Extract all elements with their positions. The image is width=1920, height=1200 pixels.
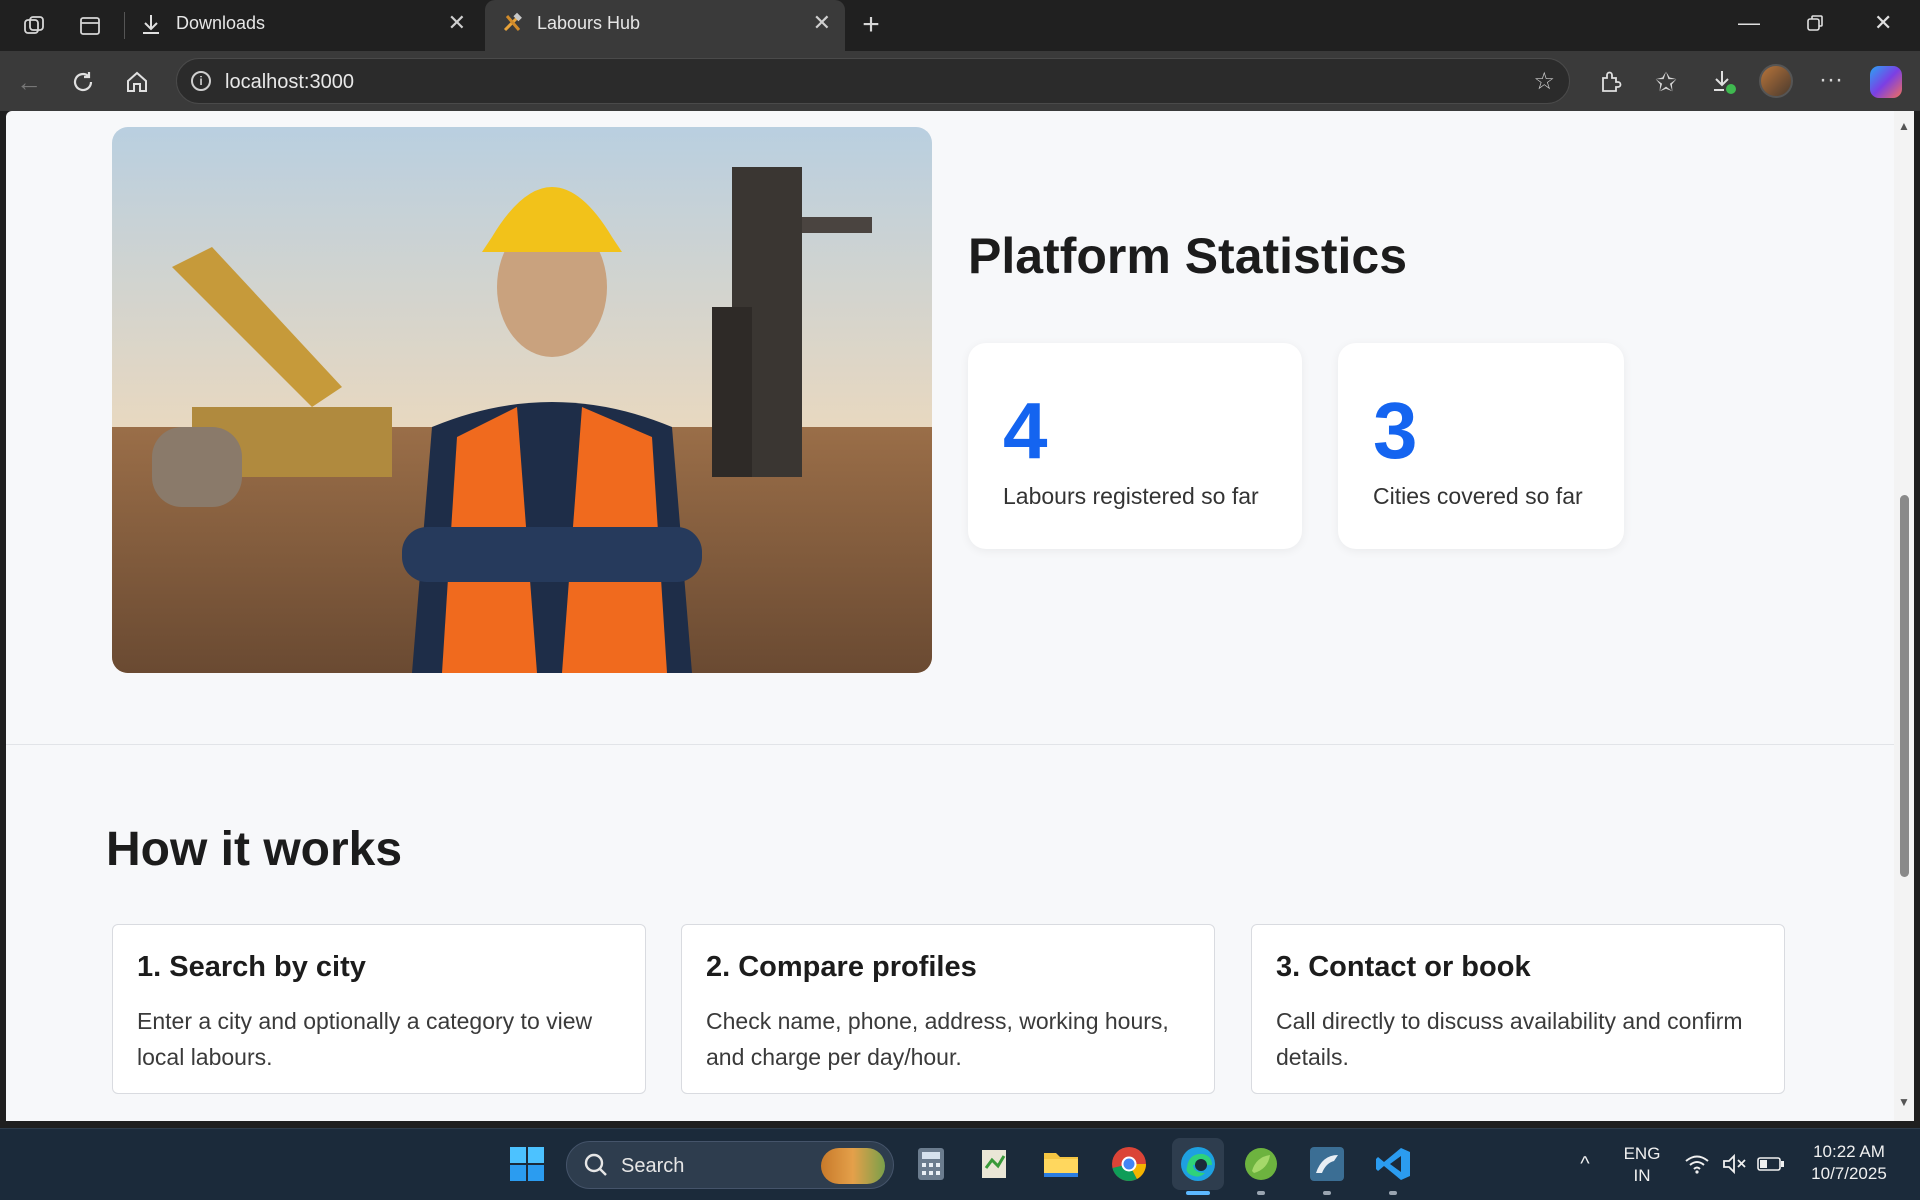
step-title: 2. Compare profiles	[706, 951, 977, 983]
site-info-icon[interactable]: i	[191, 71, 211, 91]
favorites-icon[interactable]: ✩	[1650, 66, 1682, 98]
stat-card-labours: 4 Labours registered so far	[968, 343, 1302, 549]
calculator-icon[interactable]	[910, 1143, 952, 1185]
app-running-indicator	[1257, 1191, 1265, 1195]
restore-icon[interactable]	[1806, 12, 1824, 38]
clock-date: 10/7/2025	[1811, 1164, 1887, 1183]
browser-toolbar: ← i localhost:3000 ☆ ✩ ···	[0, 51, 1920, 111]
favorite-star-icon[interactable]: ☆	[1533, 67, 1555, 96]
close-tab-icon[interactable]: ✕	[813, 10, 831, 36]
chrome-icon[interactable]	[1108, 1143, 1150, 1185]
tools-icon	[501, 12, 523, 39]
address-bar[interactable]: i localhost:3000 ☆	[176, 58, 1570, 104]
vscode-icon[interactable]	[1372, 1143, 1414, 1185]
download-icon	[140, 12, 162, 41]
step-title: 3. Contact or book	[1276, 951, 1531, 983]
step-card-contact: 3. Contact or book Call directly to disc…	[1251, 924, 1785, 1094]
wifi-icon[interactable]	[1682, 1149, 1712, 1179]
battery-icon[interactable]	[1756, 1149, 1786, 1179]
tab-labours-hub[interactable]: Labours Hub ✕	[485, 0, 845, 51]
edge-active-indicator	[1186, 1191, 1210, 1195]
back-icon[interactable]: ←	[14, 67, 44, 97]
more-options-icon[interactable]: ···	[1816, 65, 1846, 95]
app-running-indicator	[1389, 1191, 1397, 1195]
new-tab-icon[interactable]: +	[856, 8, 886, 41]
stat-number: 3	[1373, 386, 1418, 475]
workspaces-icon[interactable]	[20, 12, 48, 40]
profile-avatar[interactable]	[1759, 64, 1793, 98]
stat-label: Labours registered so far	[1003, 483, 1259, 509]
windows-taskbar: Search ^ ENG IN 10:22 AM 10/7/2025	[0, 1128, 1920, 1200]
scroll-thumb[interactable]	[1900, 495, 1909, 877]
close-tab-icon[interactable]: ✕	[448, 10, 466, 36]
step-card-compare: 2. Compare profiles Check name, phone, a…	[681, 924, 1215, 1094]
url-text[interactable]: localhost:3000	[225, 71, 354, 94]
language-code: ENG	[1623, 1144, 1661, 1163]
clock-time: 10:22 AM	[1813, 1142, 1885, 1161]
extensions-icon[interactable]	[1594, 66, 1626, 98]
stat-number: 4	[1003, 386, 1048, 475]
refresh-icon[interactable]	[68, 67, 98, 97]
file-explorer-icon[interactable]	[1040, 1143, 1082, 1185]
how-it-works-title: How it works	[106, 823, 403, 876]
edge-icon[interactable]	[1172, 1138, 1224, 1190]
copilot-icon[interactable]	[1870, 66, 1902, 98]
hero-image	[112, 127, 932, 673]
tab-downloads[interactable]: Downloads ✕	[124, 0, 480, 51]
browser-tab-bar: Downloads ✕ Labours Hub ✕ + — ✕	[0, 0, 1920, 51]
downloads-icon[interactable]	[1708, 66, 1740, 98]
step-text: Enter a city and optionally a category t…	[137, 1008, 593, 1070]
search-placeholder: Search	[621, 1155, 685, 1177]
clock[interactable]: 10:22 AM 10/7/2025	[1796, 1141, 1902, 1185]
step-text: Call directly to discuss availability an…	[1276, 1008, 1743, 1070]
language-indicator[interactable]: ENG IN	[1618, 1143, 1666, 1187]
notes-app-icon[interactable]	[974, 1143, 1016, 1185]
page-scrollbar[interactable]: ▲ ▼	[1894, 111, 1914, 1121]
stat-label: Cities covered so far	[1373, 483, 1583, 509]
taskbar-search[interactable]: Search	[566, 1141, 894, 1189]
region-code: IN	[1633, 1166, 1651, 1185]
step-title: 1. Search by city	[137, 951, 366, 983]
tab-title: Labours Hub	[537, 13, 641, 33]
app-running-indicator	[1323, 1191, 1331, 1195]
search-icon	[583, 1152, 609, 1183]
volume-muted-icon[interactable]	[1720, 1149, 1750, 1179]
start-icon[interactable]	[506, 1143, 548, 1185]
home-icon[interactable]	[122, 67, 152, 97]
mysql-workbench-icon[interactable]	[1306, 1143, 1348, 1185]
search-highlight-icon	[821, 1148, 885, 1184]
stats-title: Platform Statistics	[968, 228, 1408, 284]
tab-title: Downloads	[176, 13, 266, 33]
stat-card-cities: 3 Cities covered so far	[1338, 343, 1624, 549]
close-window-icon[interactable]: ✕	[1874, 10, 1892, 36]
tab-actions-icon[interactable]	[76, 12, 104, 40]
scroll-down-icon[interactable]: ▼	[1898, 1095, 1910, 1109]
step-text: Check name, phone, address, working hour…	[706, 1008, 1169, 1070]
minimize-icon[interactable]: —	[1738, 10, 1760, 36]
scroll-up-icon[interactable]: ▲	[1898, 119, 1910, 133]
spring-tool-icon[interactable]	[1240, 1143, 1282, 1185]
step-card-search: 1. Search by city Enter a city and optio…	[112, 924, 646, 1094]
show-hidden-icons[interactable]: ^	[1572, 1151, 1598, 1177]
